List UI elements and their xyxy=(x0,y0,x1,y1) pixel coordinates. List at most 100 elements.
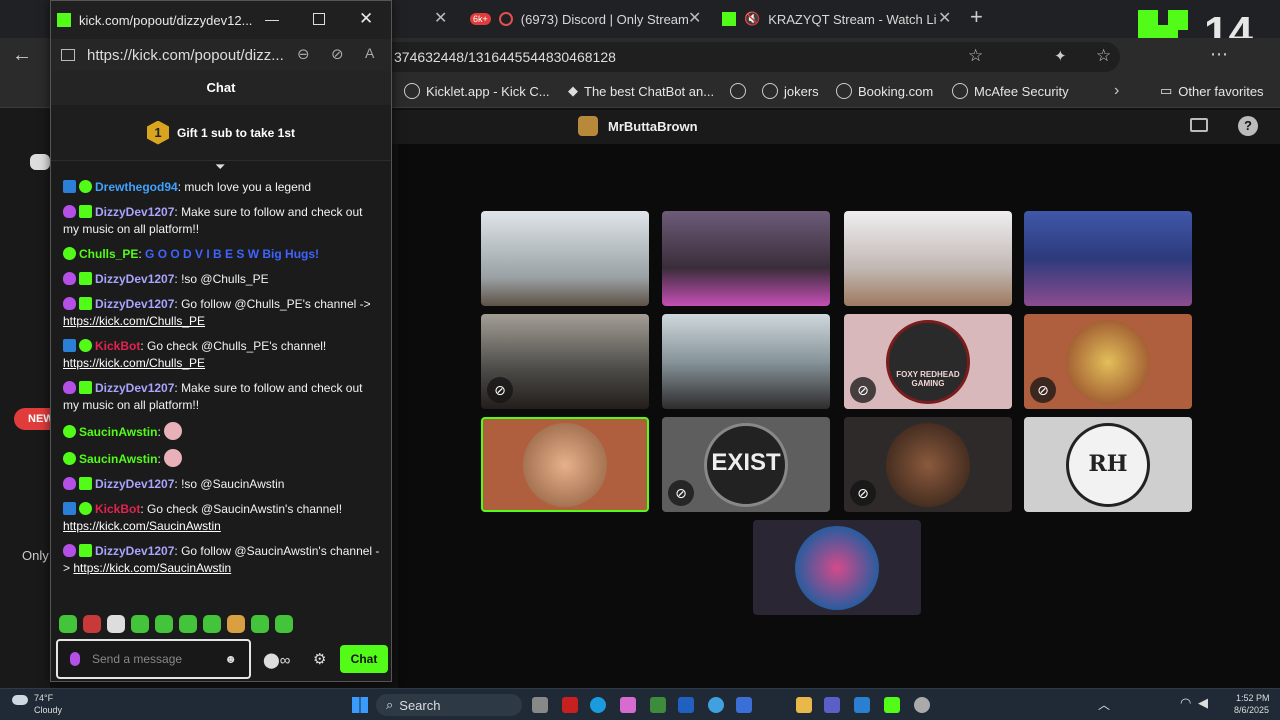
chat-link[interactable]: https://kick.com/SaucinAwstin xyxy=(73,561,231,575)
guest-tile[interactable] xyxy=(753,520,921,615)
tray-chevron-icon[interactable]: ︿ xyxy=(1098,696,1110,713)
fav-mcafee[interactable]: McAfee Security xyxy=(952,83,1069,99)
edge-icon[interactable] xyxy=(590,697,606,713)
teams-icon[interactable] xyxy=(824,697,840,713)
weather-desc: Cloudy xyxy=(34,705,63,715)
guest-tile[interactable]: ⊘ xyxy=(1024,314,1192,409)
app-icon[interactable] xyxy=(562,697,578,713)
more-icon[interactable]: ⋯ xyxy=(1210,44,1228,65)
guest-tile[interactable]: ⊘ xyxy=(844,417,1012,512)
guest-tile[interactable]: RH xyxy=(1024,417,1192,512)
minimize-icon[interactable]: — xyxy=(265,11,279,27)
chat-username[interactable]: KickBot xyxy=(95,339,140,353)
guest-tile-active[interactable] xyxy=(481,417,649,512)
maximize-icon[interactable] xyxy=(313,13,325,25)
chat-username[interactable]: DizzyDev1207 xyxy=(95,544,174,558)
scroll-to-bottom-icon[interactable]: ⏷ xyxy=(215,159,225,175)
app-icon[interactable] xyxy=(678,697,694,713)
volume-icon[interactable]: ◀ xyxy=(1198,695,1208,711)
new-tab-icon[interactable]: + xyxy=(970,4,983,30)
tab-krazyqt[interactable]: 🔇 KRAZYQT Stream - Watch Li xyxy=(712,4,962,34)
extensions-icon[interactable]: ✦ xyxy=(1054,47,1067,65)
gift-sub-banner[interactable]: 1 Gift 1 sub to take 1st xyxy=(51,105,391,161)
fav-booking[interactable]: Booking.com xyxy=(836,83,933,99)
start-icon[interactable] xyxy=(352,697,368,713)
other-favorites[interactable]: ▭ Other favorites xyxy=(1160,83,1264,99)
chat-username[interactable]: SaucinAwstin xyxy=(79,452,157,466)
emote-icon[interactable] xyxy=(107,615,125,633)
emote-icon[interactable] xyxy=(227,615,245,633)
settings-icon[interactable]: ⚙ xyxy=(313,650,326,668)
read-aloud-icon[interactable]: A xyxy=(365,45,374,61)
fav-kicklet[interactable]: Kicklet.app - Kick C... xyxy=(404,83,550,99)
file-explorer-icon[interactable] xyxy=(796,697,812,713)
guest-tile[interactable] xyxy=(662,211,830,306)
emote-icon[interactable] xyxy=(251,615,269,633)
close-window-icon[interactable]: ✕ xyxy=(359,9,373,29)
address-bar[interactable]: 374632448/1316445544830468128 xyxy=(380,42,1120,72)
send-chat-button[interactable]: Chat xyxy=(340,645,388,673)
guest-tile[interactable]: EXIST ⊘ xyxy=(662,417,830,512)
star-icon[interactable]: ☆ xyxy=(968,46,983,66)
popout-address-bar[interactable]: https://kick.com/popout/dizz... ⊖ ⊘ A xyxy=(51,39,391,71)
guest-tile[interactable] xyxy=(1024,211,1192,306)
emoji-icon[interactable]: ☻ xyxy=(224,652,237,666)
wifi-icon[interactable]: ◠ xyxy=(1180,695,1191,711)
emote-icon[interactable] xyxy=(179,615,197,633)
zoom-app-icon[interactable] xyxy=(736,697,752,713)
kick-emotes-icon[interactable]: ⬤∞ xyxy=(263,651,290,669)
guest-tile[interactable] xyxy=(481,211,649,306)
tracking-icon[interactable]: ⊘ xyxy=(331,45,344,63)
clock-time[interactable]: 1:52 PM xyxy=(1236,693,1270,703)
guest-tile[interactable] xyxy=(662,314,830,409)
settings-app-icon[interactable] xyxy=(914,697,930,713)
chat-username[interactable]: DizzyDev1207 xyxy=(95,297,174,311)
discord-icon[interactable] xyxy=(30,154,50,170)
fav-chatbot[interactable]: ◆ The best ChatBot an... xyxy=(568,83,714,99)
chat-username[interactable]: KickBot xyxy=(95,502,140,516)
fav-jokers[interactable]: jokers xyxy=(762,83,819,99)
zoom-icon[interactable]: ⊖ xyxy=(297,45,310,63)
chat-username[interactable]: DizzyDev1207 xyxy=(95,381,174,395)
screen-share-icon[interactable] xyxy=(1190,118,1208,132)
copilot-icon[interactable] xyxy=(620,697,636,713)
chat-username[interactable]: Chulls_PE xyxy=(79,247,138,261)
emote-icon[interactable] xyxy=(275,615,293,633)
fav-globe[interactable] xyxy=(730,83,746,99)
emote-icon[interactable] xyxy=(131,615,149,633)
new-badge[interactable]: NEW xyxy=(14,408,54,430)
emote-icon[interactable] xyxy=(83,615,101,633)
guest-tile[interactable] xyxy=(844,211,1012,306)
close-tab-icon[interactable]: ✕ xyxy=(938,8,951,28)
favorites-icon[interactable]: ☆ xyxy=(1096,46,1111,66)
kick-app-icon[interactable] xyxy=(884,697,900,713)
chat-username[interactable]: DizzyDev1207 xyxy=(95,272,174,286)
back-icon[interactable]: ← xyxy=(12,44,32,67)
help-icon[interactable]: ? xyxy=(1238,116,1258,136)
chat-username[interactable]: DizzyDev1207 xyxy=(95,205,174,219)
emote-icon[interactable] xyxy=(203,615,221,633)
clock-date[interactable]: 8/6/2025 xyxy=(1234,705,1269,715)
chat-username[interactable]: DizzyDev1207 xyxy=(95,477,174,491)
mic-badge-icon xyxy=(63,381,76,394)
chat-link[interactable]: https://kick.com/SaucinAwstin xyxy=(63,519,221,533)
emote-icon[interactable] xyxy=(59,615,77,633)
chevron-right-icon[interactable]: › xyxy=(1114,82,1119,100)
store-icon[interactable] xyxy=(854,697,870,713)
guest-tile[interactable]: ⊘ xyxy=(481,314,649,409)
close-tab-icon[interactable]: ✕ xyxy=(434,8,447,28)
task-view-icon[interactable] xyxy=(532,697,548,713)
app-icon[interactable] xyxy=(650,697,666,713)
emote-icon[interactable] xyxy=(155,615,173,633)
taskbar-search[interactable]: ⌕ Search xyxy=(376,694,522,716)
chat-link[interactable]: https://kick.com/Chulls_PE xyxy=(63,356,205,370)
chat-username[interactable]: SaucinAwstin xyxy=(79,425,157,439)
close-tab-icon[interactable]: ✕ xyxy=(688,8,701,28)
chat-message-input[interactable]: Send a message ☻ xyxy=(56,639,251,679)
browser-icon[interactable] xyxy=(708,697,724,713)
guest-tile[interactable]: FOXY REDHEAD GAMING ⊘ xyxy=(844,314,1012,409)
tab-discord[interactable]: 6k+ (6973) Discord | Only Stream xyxy=(460,4,710,34)
url-text: 374632448/1316445544830468128 xyxy=(394,49,616,65)
chat-link[interactable]: https://kick.com/Chulls_PE xyxy=(63,314,205,328)
chat-username[interactable]: Drewthegod94 xyxy=(95,180,178,194)
